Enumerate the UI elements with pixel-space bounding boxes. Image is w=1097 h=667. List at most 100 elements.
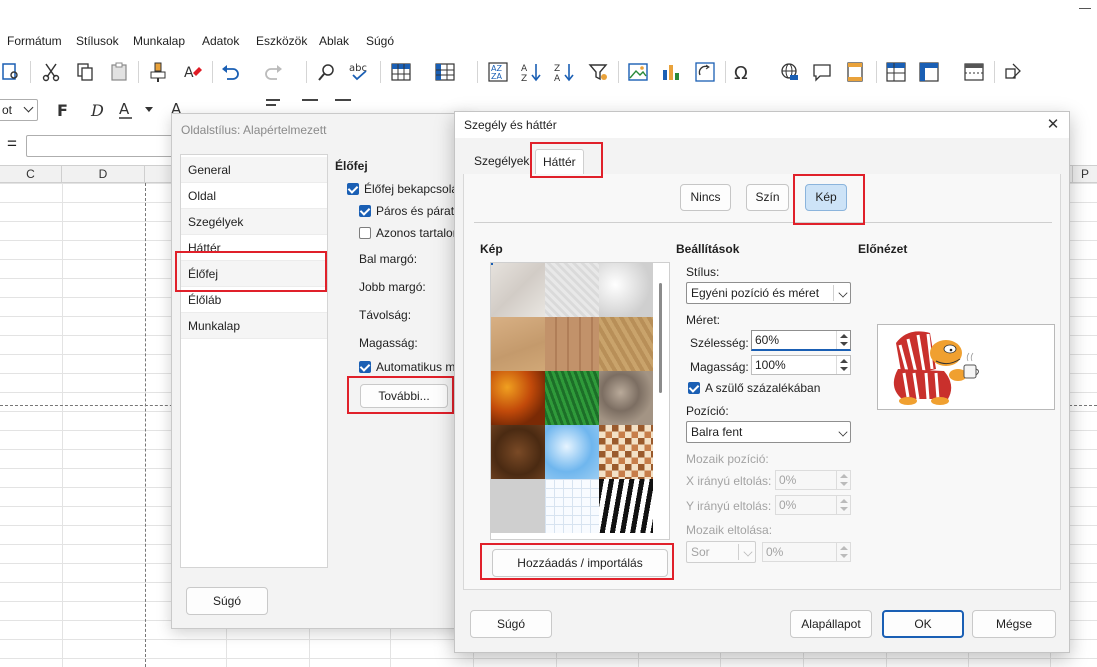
align-right-icon[interactable] xyxy=(335,99,351,101)
nav-item-page[interactable]: Oldal xyxy=(181,183,327,209)
same-content-checkbox[interactable]: Azonos tartalor xyxy=(359,226,457,242)
undo-icon[interactable] xyxy=(219,61,241,83)
gallery-tile-coffee[interactable] xyxy=(491,425,545,479)
x-offset-spinner[interactable]: 0% xyxy=(775,470,851,490)
spin-down-icon[interactable] xyxy=(840,554,848,558)
comment-icon[interactable] xyxy=(811,61,833,83)
spin-up-icon[interactable] xyxy=(840,499,848,503)
x-offset-spin-buttons[interactable] xyxy=(836,471,850,489)
width-spin-buttons[interactable] xyxy=(836,331,850,349)
gallery-tile-grid[interactable] xyxy=(545,479,599,533)
gallery-tile-wood[interactable] xyxy=(545,317,599,371)
freeze-rows-columns-icon[interactable] xyxy=(918,61,940,83)
paste-icon[interactable] xyxy=(108,61,130,83)
gallery-tile-crumpled[interactable] xyxy=(599,263,653,317)
same-left-right-checkbox[interactable]: Páros és páratla xyxy=(359,204,463,220)
spin-up-icon[interactable] xyxy=(840,474,848,478)
split-window-icon[interactable] xyxy=(963,61,985,83)
spin-up-icon[interactable] xyxy=(840,334,848,338)
pivot-table-icon[interactable] xyxy=(694,61,716,83)
spin-up-icon[interactable] xyxy=(840,546,848,550)
mode-color-button[interactable]: Szín xyxy=(746,184,789,211)
style-select[interactable]: Egyéni pozíció és méret xyxy=(686,282,851,304)
minimize-icon[interactable] xyxy=(1079,8,1091,9)
height-spin-buttons[interactable] xyxy=(836,356,850,374)
sort-descending-icon[interactable]: ZA xyxy=(553,61,575,83)
spin-down-icon[interactable] xyxy=(840,482,848,486)
header-on-checkbox[interactable]: Élőfej bekapcsolá xyxy=(347,182,458,198)
nav-item-sheet[interactable]: Munkalap xyxy=(181,313,327,339)
help-button[interactable]: Súgó xyxy=(186,587,268,615)
align-left-icon[interactable] xyxy=(266,99,280,101)
underline-dropdown-icon[interactable] xyxy=(145,107,153,112)
row-icon[interactable] xyxy=(390,61,412,83)
sort-icon[interactable]: AZ ZA xyxy=(487,61,509,83)
column-header-p[interactable]: P xyxy=(1072,166,1097,183)
copy-icon[interactable] xyxy=(74,61,96,83)
position-select[interactable]: Balra fent xyxy=(686,421,851,443)
menu-tools[interactable]: Eszközök xyxy=(256,34,307,48)
reset-button[interactable]: Alapállapot xyxy=(790,610,872,638)
underline-icon[interactable]: A xyxy=(116,99,138,121)
cut-icon[interactable] xyxy=(40,61,62,83)
parent-percent-checkbox[interactable]: A szülő százalékában xyxy=(688,381,820,395)
find-replace-icon[interactable] xyxy=(316,61,338,83)
cancel-button[interactable]: Mégse xyxy=(972,610,1056,638)
width-spinner[interactable]: 60% xyxy=(751,330,851,351)
print-preview-icon[interactable] xyxy=(0,61,22,83)
gallery-tile-sky[interactable] xyxy=(545,425,599,479)
insert-chart-icon[interactable] xyxy=(660,61,682,83)
menu-styles[interactable]: Stílusok xyxy=(76,34,119,48)
column-icon[interactable] xyxy=(434,61,456,83)
gallery-tile-zebra[interactable] xyxy=(599,479,653,533)
gallery-tile-cardboard[interactable] xyxy=(491,317,545,371)
hyperlink-icon[interactable] xyxy=(778,61,800,83)
sort-ascending-icon[interactable]: AZ xyxy=(520,61,542,83)
help-button[interactable]: Súgó xyxy=(470,610,552,638)
align-center-icon[interactable] xyxy=(302,99,318,101)
formula-equals-icon[interactable]: = xyxy=(7,134,17,154)
italic-icon[interactable]: D xyxy=(86,99,108,121)
nav-item-general[interactable]: General xyxy=(181,157,327,183)
special-character-icon[interactable]: Ω xyxy=(732,61,754,83)
spin-up-icon[interactable] xyxy=(840,359,848,363)
spin-down-icon[interactable] xyxy=(840,507,848,511)
font-size-box[interactable]: ot xyxy=(0,99,38,121)
gallery-tile-pebbles[interactable] xyxy=(599,371,653,425)
height-spinner[interactable]: 100% xyxy=(751,355,851,375)
spelling-icon[interactable]: abc xyxy=(348,61,370,83)
clone-formatting-icon[interactable] xyxy=(147,61,169,83)
headers-footers-icon[interactable] xyxy=(844,61,866,83)
close-icon[interactable]: ✕ xyxy=(1045,115,1061,133)
show-draw-functions-icon[interactable] xyxy=(1003,61,1025,83)
mode-none-button[interactable]: Nincs xyxy=(680,184,731,211)
gallery-tile-linen[interactable] xyxy=(545,263,599,317)
gallery-tile-autumn[interactable] xyxy=(491,371,545,425)
spin-down-icon[interactable] xyxy=(840,342,848,346)
image-gallery[interactable] xyxy=(490,262,670,540)
nav-item-borders[interactable]: Szegélyek xyxy=(181,209,327,235)
tile-offset-mode-select[interactable]: Sor xyxy=(686,541,756,563)
gallery-tile-mosaic[interactable] xyxy=(599,425,653,479)
autofilter-icon[interactable] xyxy=(587,61,609,83)
insert-image-icon[interactable] xyxy=(627,61,649,83)
ok-button[interactable]: OK xyxy=(882,610,964,638)
tab-borders[interactable]: Szegélyek xyxy=(467,149,536,175)
bold-icon[interactable]: F xyxy=(52,99,74,121)
menu-help[interactable]: Súgó xyxy=(366,34,394,48)
y-offset-spinner[interactable]: 0% xyxy=(775,495,851,515)
menu-window[interactable]: Ablak xyxy=(319,34,349,48)
gallery-scrollbar[interactable] xyxy=(659,283,662,393)
y-offset-spin-buttons[interactable] xyxy=(836,496,850,514)
menu-data[interactable]: Adatok xyxy=(202,34,239,48)
menu-format[interactable]: Formátum xyxy=(7,34,62,48)
auto-height-checkbox[interactable]: Automatikus m xyxy=(359,360,455,376)
gallery-tile-concrete[interactable] xyxy=(491,479,545,533)
gallery-tile-paper[interactable] xyxy=(491,263,545,317)
column-header-d[interactable]: D xyxy=(62,166,145,183)
tile-offset-spinner[interactable]: 0% xyxy=(762,542,851,562)
spin-down-icon[interactable] xyxy=(840,367,848,371)
redo-icon[interactable] xyxy=(263,61,285,83)
gallery-tile-grass[interactable] xyxy=(545,371,599,425)
clear-formatting-icon[interactable]: A xyxy=(181,61,203,83)
